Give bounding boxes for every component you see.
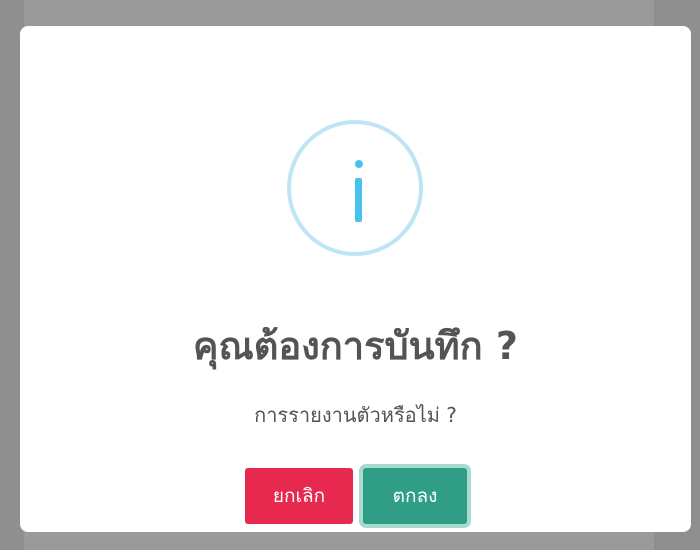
dialog-message: การรายงานตัวหรือไม่ ? <box>254 403 457 427</box>
confirmation-dialog: คุณต้องการบันทึก ? การรายงานตัวหรือไม่ ?… <box>20 26 691 532</box>
info-icon-stem <box>355 178 362 222</box>
dialog-title: คุณต้องการบันทึก ? <box>193 324 518 368</box>
confirm-button[interactable]: ตกลง <box>363 468 467 524</box>
info-icon <box>287 120 423 256</box>
cancel-button[interactable]: ยกเลิก <box>245 468 353 524</box>
info-icon-dot <box>355 160 363 168</box>
